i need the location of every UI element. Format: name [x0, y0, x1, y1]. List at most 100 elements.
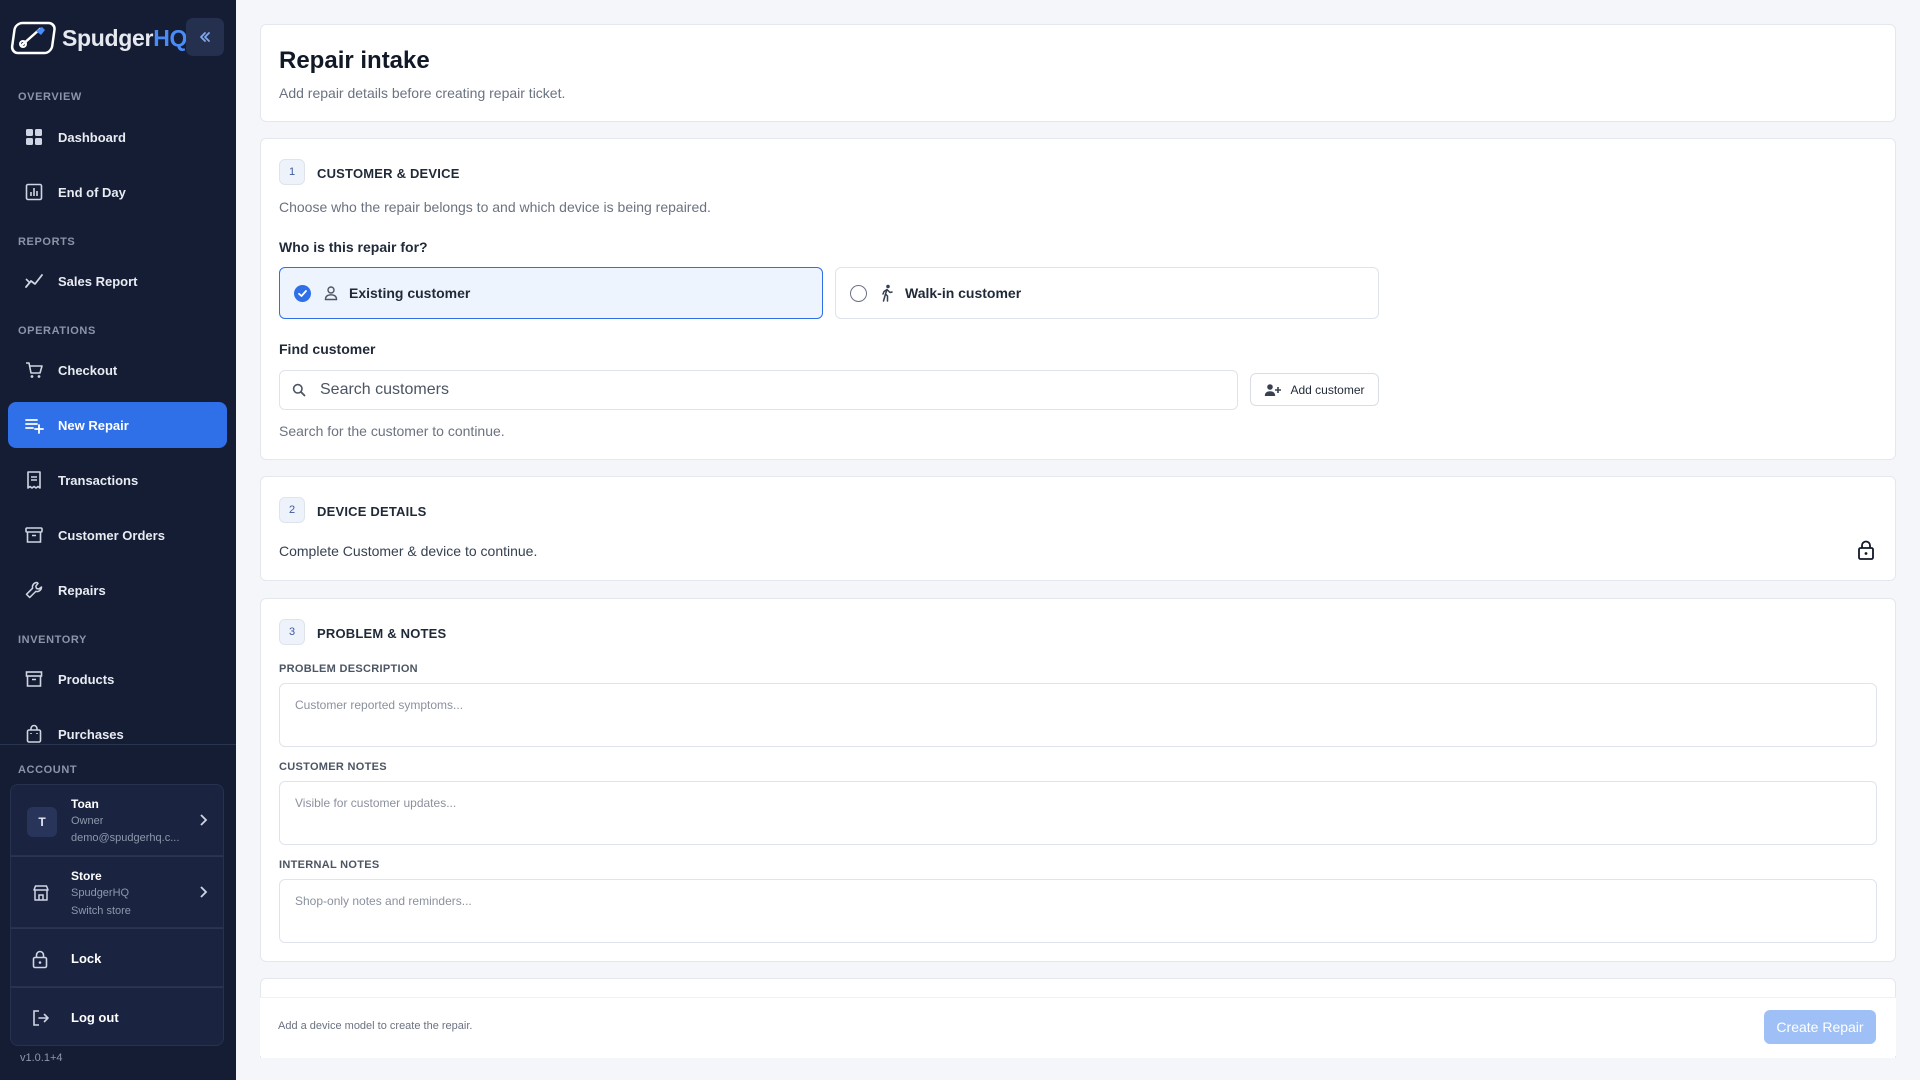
- sidebar-item-customer-orders[interactable]: Customer Orders: [8, 512, 227, 558]
- create-repair-button[interactable]: Create Repair: [1764, 1010, 1876, 1044]
- section-label-account: ACCOUNT: [18, 764, 78, 776]
- wrench-icon: [25, 581, 43, 599]
- account-user-menu[interactable]: T Toan Owner demo@spudgerhq.c...: [10, 784, 224, 856]
- existing-customer-option[interactable]: Existing customer: [279, 267, 823, 319]
- walk-in-customer-option[interactable]: Walk-in customer: [835, 267, 1379, 319]
- section-label-operations: OPERATIONS: [18, 325, 96, 337]
- store-title: Store: [71, 869, 102, 883]
- sidebar-divider: [0, 744, 236, 745]
- customer-notes-field[interactable]: [279, 781, 1877, 845]
- find-customer-label: Find customer: [279, 341, 376, 357]
- search-hint: Search for the customer to continue.: [279, 423, 505, 439]
- logout-button[interactable]: Log out: [10, 987, 224, 1046]
- user-email: demo@spudgerhq.c...: [71, 832, 180, 844]
- sidebar-item-label: Checkout: [58, 362, 118, 378]
- section-title: DEVICE DETAILS: [317, 504, 427, 519]
- double-chevron-left-icon: [200, 32, 210, 42]
- step-number-badge: 2: [279, 497, 305, 523]
- problem-description-label: PROBLEM DESCRIPTION: [279, 663, 418, 675]
- lock-icon: [32, 950, 48, 969]
- section-title: PROBLEM & NOTES: [317, 626, 447, 641]
- person-icon: [323, 285, 339, 301]
- chevron-right-icon: [200, 814, 208, 826]
- playlist-add-icon: [25, 419, 44, 434]
- sidebar-item-repairs[interactable]: Repairs: [8, 567, 227, 613]
- problem-notes-section: 3 PROBLEM & NOTES PROBLEM DESCRIPTION CU…: [260, 598, 1896, 962]
- step-number-badge: 1: [279, 159, 305, 185]
- section-title: CUSTOMER & DEVICE: [317, 166, 460, 181]
- main-content: Repair intake Add repair details before …: [236, 0, 1920, 1080]
- sidebar-item-label: Products: [58, 671, 115, 687]
- bag-icon: [26, 724, 42, 743]
- sidebar-item-products[interactable]: Products: [8, 656, 227, 702]
- add-customer-label: Add customer: [1290, 382, 1365, 397]
- customer-search-field[interactable]: [279, 370, 1238, 410]
- section-label-overview: OVERVIEW: [18, 91, 82, 103]
- existing-customer-label: Existing customer: [349, 285, 471, 301]
- footer-note: Add a device model to create the repair.: [278, 1020, 473, 1032]
- device-details-section: 2 DEVICE DETAILS Complete Customer & dev…: [260, 476, 1896, 581]
- page-header-card: Repair intake Add repair details before …: [260, 24, 1896, 122]
- avatar: T: [27, 807, 57, 837]
- sidebar-item-label: Transactions: [58, 472, 139, 488]
- section-label-inventory: INVENTORY: [18, 634, 87, 646]
- walking-person-icon: [879, 284, 895, 302]
- internal-notes-label: INTERNAL NOTES: [279, 859, 380, 871]
- lock-button[interactable]: Lock: [10, 928, 224, 987]
- lock-label: Lock: [71, 951, 102, 966]
- problem-description-field[interactable]: [279, 683, 1877, 747]
- sidebar-item-checkout[interactable]: Checkout: [8, 347, 227, 393]
- receipt-icon: [27, 471, 41, 489]
- sidebar-item-dashboard[interactable]: Dashboard: [8, 114, 227, 160]
- sidebar-item-sales-report[interactable]: Sales Report: [8, 258, 227, 304]
- lock-icon: [1858, 540, 1874, 560]
- brand-logo[interactable]: SpudgerHQ: [10, 18, 187, 58]
- section-label-reports: REPORTS: [18, 236, 76, 248]
- cart-icon: [26, 362, 43, 378]
- grid-icon: [26, 129, 42, 145]
- archive-icon: [25, 527, 43, 543]
- store-name: SpudgerHQ: [71, 887, 130, 899]
- sidebar-item-label: Repairs: [58, 582, 106, 598]
- section-description: Choose who the repair belongs to and whi…: [279, 199, 711, 215]
- box-icon: [25, 671, 43, 687]
- radio-checked-icon: [294, 284, 311, 302]
- sidebar-item-purchases[interactable]: Purchases: [8, 711, 227, 757]
- sidebar-item-label: Purchases: [58, 726, 124, 742]
- chart-icon: [25, 183, 43, 201]
- user-name: Toan: [71, 797, 99, 811]
- form-footer: Add a device model to create the repair.…: [260, 997, 1896, 1056]
- app-version: v1.0.1+4: [20, 1052, 63, 1064]
- sidebar-item-transactions[interactable]: Transactions: [8, 457, 227, 503]
- sidebar-item-end-of-day[interactable]: End of Day: [8, 169, 227, 215]
- page-title: Repair intake: [279, 47, 430, 74]
- user-role: Owner: [71, 815, 104, 827]
- store-switcher[interactable]: Store SpudgerHQ Switch store: [10, 856, 224, 928]
- page-subtitle: Add repair details before creating repai…: [279, 85, 566, 101]
- sidebar-item-label: End of Day: [58, 184, 126, 200]
- switch-store-label: Switch store: [71, 905, 131, 917]
- chevron-right-icon: [200, 886, 208, 898]
- collapse-sidebar-button[interactable]: [186, 18, 224, 56]
- sidebar-item-new-repair[interactable]: New Repair: [8, 402, 227, 448]
- trend-icon: [25, 274, 43, 288]
- customer-type-question: Who is this repair for?: [279, 239, 428, 255]
- radio-unchecked-icon: [850, 284, 867, 302]
- customer-notes-label: CUSTOMER NOTES: [279, 761, 387, 773]
- sidebar: SpudgerHQ OVERVIEW Dashboard End of Day …: [0, 0, 236, 1080]
- add-customer-button[interactable]: Add customer: [1250, 373, 1379, 406]
- search-input[interactable]: [320, 381, 1200, 399]
- spudger-logo-icon: [10, 21, 56, 55]
- store-icon: [33, 885, 49, 901]
- sidebar-item-label: Dashboard: [58, 129, 126, 145]
- walk-in-customer-label: Walk-in customer: [905, 285, 1022, 301]
- sidebar-item-label: New Repair: [58, 417, 129, 433]
- customer-device-section: 1 CUSTOMER & DEVICE Choose who the repai…: [260, 138, 1896, 460]
- logout-icon: [33, 1010, 49, 1026]
- sidebar-item-label: Customer Orders: [58, 527, 165, 543]
- locked-message: Complete Customer & device to continue.: [279, 543, 538, 559]
- internal-notes-field[interactable]: [279, 879, 1877, 943]
- brand-name: SpudgerHQ: [62, 24, 188, 51]
- step-number-badge: 3: [279, 619, 305, 645]
- search-icon: [292, 383, 306, 397]
